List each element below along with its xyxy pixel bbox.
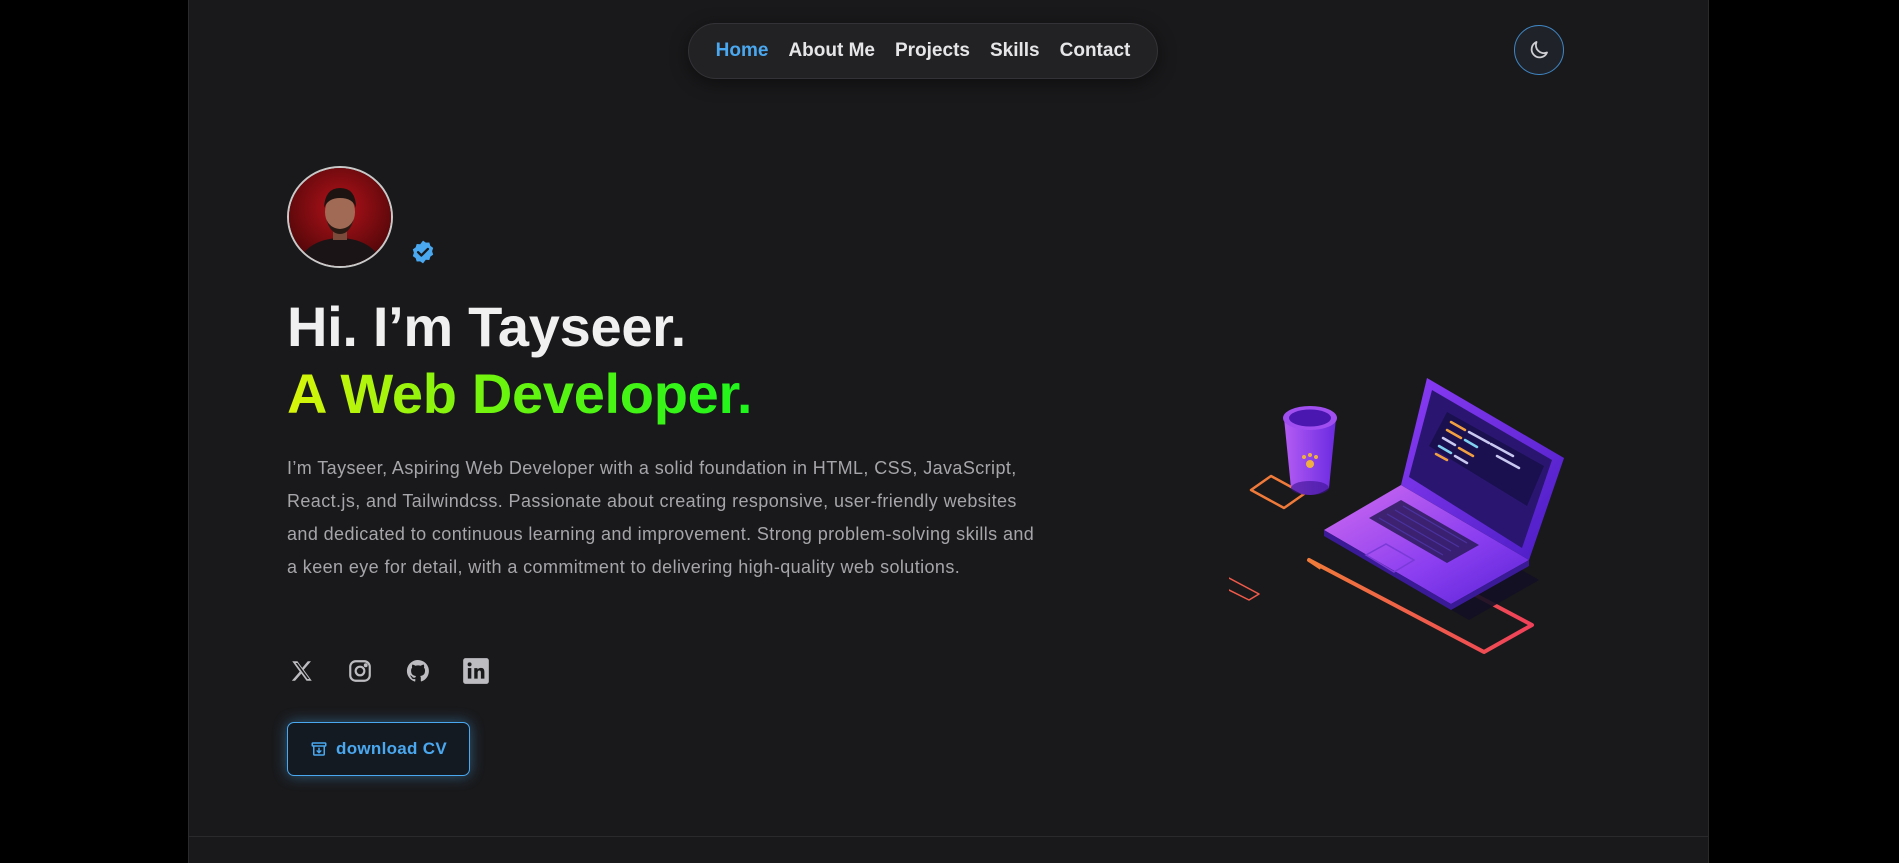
nav-home[interactable]: Home [716,40,769,62]
x-icon[interactable] [287,656,317,686]
nav-contact[interactable]: Contact [1060,40,1131,62]
verified-badge-icon [412,240,434,264]
section-divider [189,836,1708,837]
archive-download-icon [311,742,327,756]
avatar-container [287,166,397,270]
download-cv-label: download CV [336,739,447,758]
page: Home About Me Projects Skills Contact Hi… [188,0,1709,863]
linkedin-icon[interactable] [461,656,491,686]
social-links [287,656,491,686]
instagram-icon[interactable] [345,656,375,686]
hero-greeting: Hi. I’m Tayseer. [287,295,686,358]
theme-toggle-button[interactable] [1514,25,1564,75]
nav-about-me[interactable]: About Me [788,40,875,62]
nav-projects[interactable]: Projects [895,40,970,62]
laptop-and-coffee-cup-illustration [1229,378,1564,654]
top-navigation: Home About Me Projects Skills Contact [688,23,1158,79]
download-cv-button[interactable]: download CV [287,722,470,776]
hero-role: A Web Developer. [287,360,752,428]
github-icon[interactable] [403,656,433,686]
avatar [287,166,393,268]
moon-icon [1530,41,1548,59]
nav-skills[interactable]: Skills [990,40,1040,62]
hero-bio: I’m Tayseer, Aspiring Web Developer with… [287,458,1035,577]
